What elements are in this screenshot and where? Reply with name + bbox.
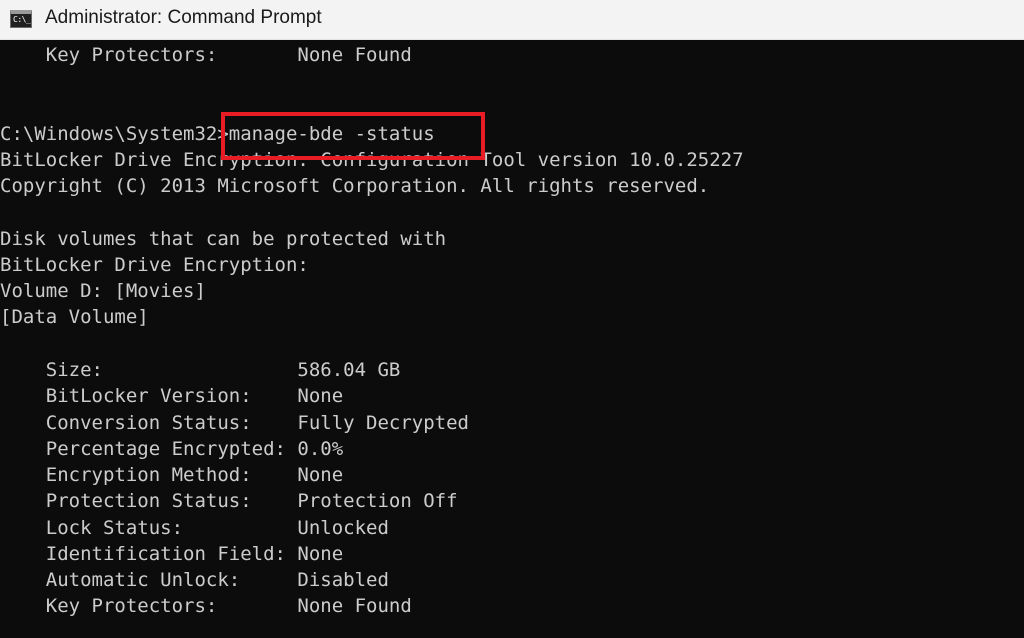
title-bar[interactable]: C:\_ Administrator: Command Prompt bbox=[0, 0, 1024, 40]
console-line-identification-field: Identification Field: None bbox=[0, 543, 344, 565]
console-line-lock-status: Lock Status: Unlocked bbox=[0, 517, 389, 539]
console-line-key-protectors: Key Protectors: None Found bbox=[0, 595, 412, 617]
console-line-copyright: Copyright (C) 2013 Microsoft Corporation… bbox=[0, 175, 710, 197]
console-line-bitlocker-heading: BitLocker Drive Encryption: bbox=[0, 254, 309, 276]
console-output[interactable]: Key Protectors: None Found C:\Windows\Sy… bbox=[0, 40, 1024, 638]
console-line-size: Size: 586.04 GB bbox=[0, 359, 401, 381]
console-line-percentage-encrypted: Percentage Encrypted: 0.0% bbox=[0, 438, 344, 460]
command-highlight-box bbox=[221, 112, 485, 160]
console-line-key-protectors-prev: Key Protectors: None Found bbox=[0, 44, 412, 66]
console-line-automatic-unlock: Automatic Unlock: Disabled bbox=[0, 569, 389, 591]
cmd-icon: C:\_ bbox=[10, 10, 32, 28]
window-title: Administrator: Command Prompt bbox=[45, 7, 322, 28]
console-line-bitlocker-version: BitLocker Version: None bbox=[0, 385, 344, 407]
console-line-encryption-method: Encryption Method: None bbox=[0, 464, 344, 486]
console-line-conversion-status: Conversion Status: Fully Decrypted bbox=[0, 412, 469, 434]
console-line-protection-status: Protection Status: Protection Off bbox=[0, 490, 458, 512]
console-line-volume-name: Volume D: [Movies] bbox=[0, 280, 206, 302]
console-line-disk-volumes: Disk volumes that can be protected with bbox=[0, 228, 447, 250]
console-line-volume-type: [Data Volume] bbox=[0, 306, 149, 328]
command-prompt-window: C:\_ Administrator: Command Prompt Key P… bbox=[0, 0, 1024, 638]
